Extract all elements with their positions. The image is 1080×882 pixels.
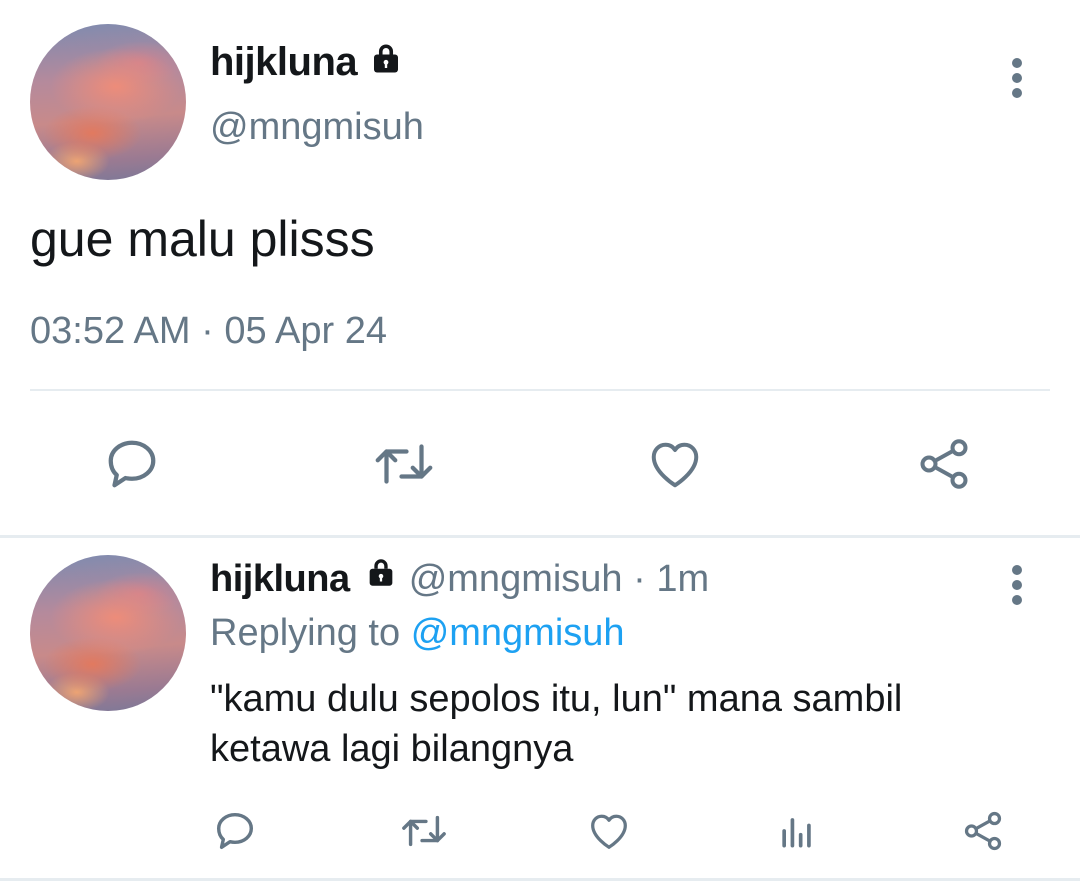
divider bbox=[30, 389, 1050, 391]
share-button[interactable] bbox=[958, 806, 1008, 856]
reply-button[interactable] bbox=[210, 806, 260, 856]
like-button[interactable] bbox=[584, 806, 634, 856]
avatar[interactable] bbox=[30, 555, 186, 711]
replying-prefix: Replying to bbox=[210, 612, 401, 654]
reply-icon bbox=[102, 434, 162, 494]
display-name[interactable]: hijkluna bbox=[210, 40, 404, 87]
replying-to: Replying to @mngmisuh bbox=[210, 612, 625, 655]
display-name-text[interactable]: hijkluna bbox=[210, 558, 350, 600]
like-button[interactable] bbox=[643, 432, 707, 496]
share-icon bbox=[960, 808, 1006, 854]
lock-icon bbox=[364, 556, 398, 600]
timestamp[interactable]: 03:52 AM · 05 Apr 24 bbox=[30, 310, 387, 353]
analytics-icon bbox=[775, 808, 819, 854]
handle[interactable]: @mngmisuh bbox=[409, 558, 623, 600]
reply-icon bbox=[212, 808, 258, 854]
retweet-button[interactable] bbox=[368, 432, 440, 496]
display-name-text[interactable]: hijkluna bbox=[210, 40, 358, 84]
separator: · bbox=[633, 558, 646, 600]
mention-link[interactable]: @mngmisuh bbox=[411, 612, 625, 654]
retweet-icon bbox=[398, 808, 450, 854]
bottom-divider bbox=[0, 878, 1080, 881]
avatar[interactable] bbox=[30, 24, 186, 180]
tweet-text: gue malu plisss bbox=[30, 211, 375, 267]
share-button[interactable] bbox=[912, 432, 976, 496]
tweet-text: "kamu dulu sepolos itu, lun" mana sambil… bbox=[210, 678, 903, 770]
reply-button[interactable] bbox=[100, 432, 164, 496]
retweet-button[interactable] bbox=[396, 806, 452, 856]
like-icon bbox=[644, 434, 706, 494]
reply-header: hijkluna @mngmisuh · 1m bbox=[210, 558, 709, 601]
more-options-icon[interactable] bbox=[1010, 58, 1024, 98]
handle[interactable]: @mngmisuh bbox=[210, 106, 424, 149]
retweet-icon bbox=[371, 434, 437, 494]
share-icon bbox=[914, 434, 974, 494]
like-icon bbox=[585, 808, 633, 854]
lock-icon bbox=[368, 41, 404, 87]
more-options-icon[interactable] bbox=[1010, 565, 1024, 605]
section-divider bbox=[0, 535, 1080, 538]
time-ago: 1m bbox=[656, 558, 710, 600]
analytics-button[interactable] bbox=[772, 806, 822, 856]
